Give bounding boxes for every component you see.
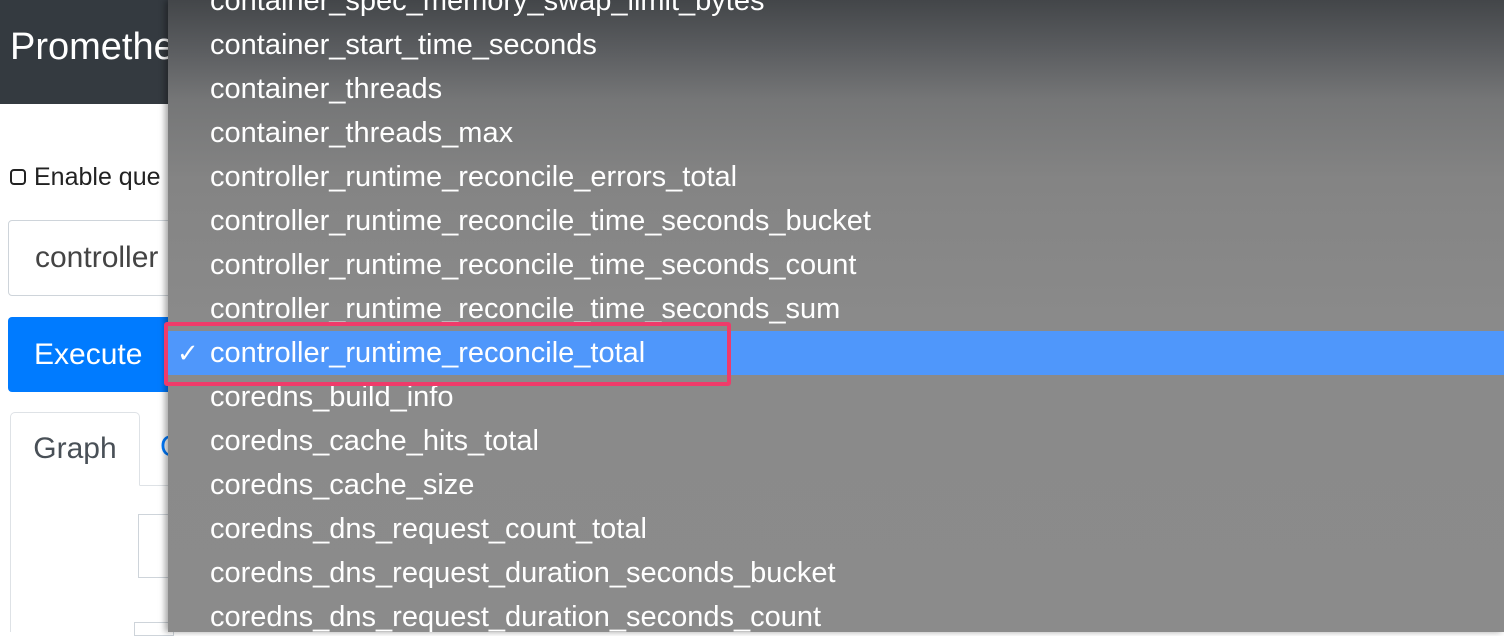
- metric-option[interactable]: coredns_cache_size: [168, 463, 1504, 507]
- metric-option[interactable]: container_threads_max: [168, 111, 1504, 155]
- metric-select-dropdown[interactable]: container_spec_memory_swap_limit_bytesco…: [168, 0, 1504, 632]
- metric-option-label: controller_runtime_reconcile_time_second…: [210, 293, 841, 325]
- query-history-checkbox[interactable]: [10, 169, 26, 185]
- metric-option[interactable]: container_start_time_seconds: [168, 23, 1504, 67]
- metric-option[interactable]: coredns_dns_request_duration_seconds_buc…: [168, 551, 1504, 595]
- metric-option-label: controller_runtime_reconcile_time_second…: [210, 249, 857, 281]
- metric-option[interactable]: coredns_dns_request_count_total: [168, 507, 1504, 551]
- metric-option[interactable]: container_spec_memory_swap_limit_bytes: [168, 0, 1504, 23]
- metric-option[interactable]: controller_runtime_reconcile_time_second…: [168, 287, 1504, 331]
- metric-option-label: coredns_cache_size: [210, 469, 475, 501]
- metric-option-label: controller_runtime_reconcile_total: [210, 337, 646, 369]
- metric-option-label: coredns_build_info: [210, 381, 454, 413]
- metric-option-list: container_spec_memory_swap_limit_bytesco…: [168, 0, 1504, 632]
- metric-option[interactable]: ✓ controller_runtime_reconcile_total: [168, 331, 1504, 375]
- metric-option-label: coredns_dns_request_count_total: [210, 513, 647, 545]
- metric-option[interactable]: coredns_dns_request_duration_seconds_cou…: [168, 595, 1504, 632]
- metric-option-label: container_threads: [210, 73, 443, 105]
- metric-option-label: container_threads_max: [210, 117, 514, 149]
- query-history-checkbox-label: Enable que: [34, 162, 161, 191]
- metric-option[interactable]: controller_runtime_reconcile_errors_tota…: [168, 155, 1504, 199]
- metric-option[interactable]: coredns_build_info: [168, 375, 1504, 419]
- checkmark-icon: ✓: [177, 338, 199, 368]
- metric-option[interactable]: controller_runtime_reconcile_time_second…: [168, 243, 1504, 287]
- metric-option-label: coredns_cache_hits_total: [210, 425, 539, 457]
- metric-option-label: controller_runtime_reconcile_errors_tota…: [210, 161, 738, 193]
- metric-option-label: container_spec_memory_swap_limit_bytes: [210, 0, 765, 17]
- metric-option[interactable]: container_threads: [168, 67, 1504, 111]
- metric-option-label: coredns_dns_request_duration_seconds_cou…: [210, 601, 822, 632]
- query-history-checkbox-row[interactable]: Enable que: [10, 162, 161, 192]
- tab-graph[interactable]: Graph: [10, 412, 140, 486]
- panel-border: [10, 485, 11, 632]
- brand-title[interactable]: Promethe: [10, 26, 175, 69]
- metric-option-label: container_start_time_seconds: [210, 29, 597, 61]
- metric-option-label: controller_runtime_reconcile_time_second…: [210, 205, 871, 237]
- metric-option[interactable]: controller_runtime_reconcile_time_second…: [168, 199, 1504, 243]
- metric-option-label: coredns_dns_request_duration_seconds_buc…: [210, 557, 836, 589]
- metric-option[interactable]: coredns_cache_hits_total: [168, 419, 1504, 463]
